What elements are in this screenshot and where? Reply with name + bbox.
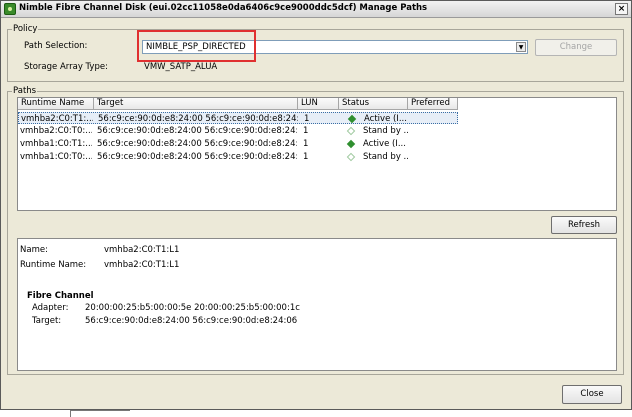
active-status-icon <box>347 114 357 124</box>
app-icon <box>4 3 16 15</box>
table-row[interactable]: vmhba2:C0:T1:... 56:c9:ce:90:0d:e8:24:00… <box>18 112 458 124</box>
name-value: vmhba2:C0:T1:L1 <box>104 245 180 255</box>
column-header-runtime-name[interactable]: Runtime Name <box>18 98 94 110</box>
runtime-name-cell: vmhba1:C0:T1:... <box>20 139 92 149</box>
lun-cell: 1 <box>304 114 310 124</box>
title-bar[interactable]: Nimble Fibre Channel Disk (eui.02cc11058… <box>1 1 631 18</box>
standby-status-icon <box>346 126 356 136</box>
target-value: 56:c9:ce:90:0d:e8:24:00 56:c9:ce:90:0d:e… <box>85 316 298 326</box>
paths-table: Runtime Name Target LUN Status Preferred… <box>17 97 617 211</box>
runtime-name-cell: vmhba1:C0:T0:... <box>20 152 92 162</box>
runtime-name-cell: vmhba2:C0:T1:... <box>21 114 93 124</box>
target-cell: 56:c9:ce:90:0d:e8:24:00 56:c9:ce:90:0d:e… <box>97 139 297 149</box>
policy-group-label: Policy <box>12 24 39 34</box>
target-cell: 56:c9:ce:90:0d:e8:24:00 56:c9:ce:90:0d:e… <box>97 152 297 162</box>
status-cell: Stand by ... <box>363 152 408 162</box>
fibre-channel-heading: Fibre Channel <box>27 291 94 301</box>
adapter-label: Adapter: <box>32 303 69 313</box>
close-button[interactable]: Close <box>562 385 622 404</box>
status-cell: Active (I... <box>364 114 407 124</box>
target-cell: 56:c9:ce:90:0d:e8:24:00 56:c9:ce:90:0d:e… <box>98 114 298 124</box>
policy-group: Policy Path Selection: NIMBLE_PSP_DIRECT… <box>7 24 624 82</box>
column-header-preferred[interactable]: Preferred <box>408 98 458 110</box>
path-details-panel: Name: vmhba2:C0:T1:L1 Runtime Name: vmhb… <box>17 238 617 371</box>
path-selection-label: Path Selection: <box>24 41 88 51</box>
lun-cell: 1 <box>303 139 309 149</box>
active-status-icon <box>346 139 356 149</box>
table-row[interactable]: vmhba1:C0:T1:... 56:c9:ce:90:0d:e8:24:00… <box>18 138 458 150</box>
storage-array-type-label: Storage Array Type: <box>24 62 108 72</box>
name-label: Name: <box>20 245 48 255</box>
lun-cell: 1 <box>303 126 309 136</box>
refresh-button[interactable]: Refresh <box>551 216 617 234</box>
lun-cell: 1 <box>303 152 309 162</box>
change-button[interactable]: Change <box>535 39 617 56</box>
annotation-highlight-box <box>137 30 256 62</box>
paths-group-label: Paths <box>12 86 38 96</box>
target-cell: 56:c9:ce:90:0d:e8:24:00 56:c9:ce:90:0d:e… <box>97 126 297 136</box>
chevron-down-icon[interactable]: ▼ <box>516 42 526 52</box>
table-row[interactable]: vmhba2:C0:T0:... 56:c9:ce:90:0d:e8:24:00… <box>18 125 458 137</box>
adapter-value: 20:00:00:25:b5:00:00:5e 20:00:00:25:b5:0… <box>85 303 300 313</box>
background-window-fragment <box>70 410 130 417</box>
manage-paths-dialog: Nimble Fibre Channel Disk (eui.02cc11058… <box>0 0 632 410</box>
status-cell: Stand by ... <box>363 126 408 136</box>
window-title: Nimble Fibre Channel Disk (eui.02cc11058… <box>19 3 428 13</box>
column-header-status[interactable]: Status <box>339 98 408 110</box>
storage-array-type-value: VMW_SATP_ALUA <box>144 62 218 72</box>
runtime-name-cell: vmhba2:C0:T0:... <box>20 126 92 136</box>
column-header-lun[interactable]: LUN <box>298 98 339 110</box>
standby-status-icon <box>346 152 356 162</box>
status-cell: Active (I... <box>363 139 406 149</box>
table-row[interactable]: vmhba1:C0:T0:... 56:c9:ce:90:0d:e8:24:00… <box>18 151 458 163</box>
close-icon[interactable]: × <box>615 3 628 15</box>
runtime-name-value: vmhba2:C0:T1:L1 <box>104 260 180 270</box>
column-header-target[interactable]: Target <box>94 98 298 110</box>
runtime-name-label: Runtime Name: <box>20 260 87 270</box>
target-label: Target: <box>32 316 62 326</box>
